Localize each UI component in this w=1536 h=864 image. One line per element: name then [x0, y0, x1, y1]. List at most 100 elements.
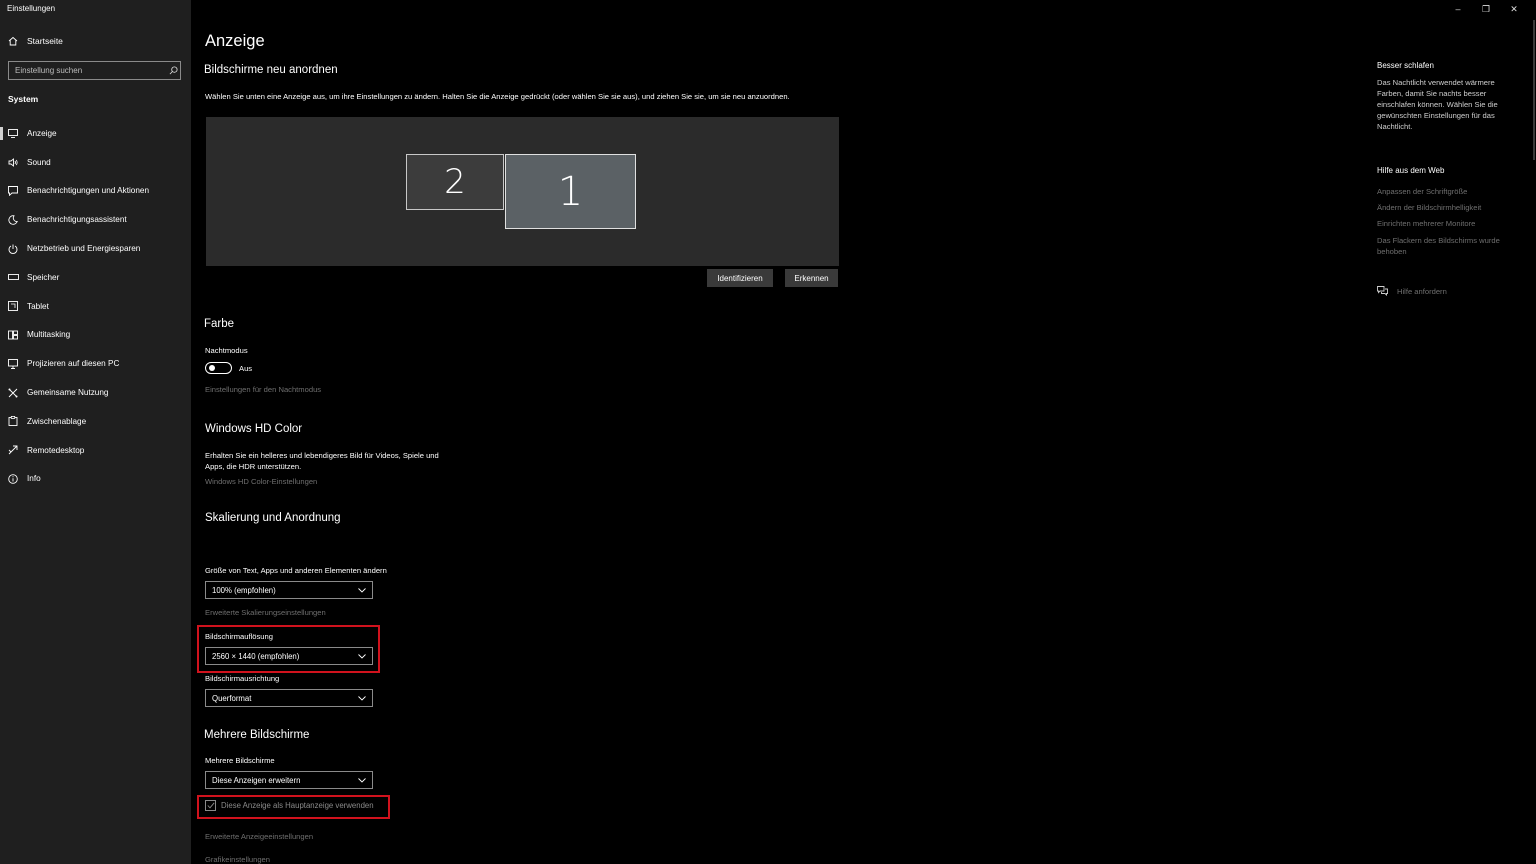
home-icon [8, 36, 22, 46]
sidebar-item-label: Multitasking [27, 330, 71, 340]
night-mode-settings-link[interactable]: Einstellungen für den Nachtmodus [205, 385, 321, 394]
display-arrangement-area[interactable]: 2 1 [206, 117, 839, 266]
sleep-text: Das Nachtlicht verwendet wärmere Farben,… [1377, 78, 1498, 131]
sidebar-item-sound[interactable]: Sound [0, 148, 191, 177]
search-icon[interactable] [166, 66, 180, 75]
multi-display-heading: Mehrere Bildschirme [204, 729, 310, 741]
color-heading: Farbe [204, 318, 235, 330]
main-display-checkbox-row[interactable]: Diese Anzeige als Hauptanzeige verwenden [205, 800, 374, 811]
notification-icon [8, 186, 22, 196]
power-icon [8, 244, 22, 254]
night-mode-state: Aus [239, 364, 253, 373]
sidebar-item-info[interactable]: Info [0, 465, 191, 494]
hdr-heading: Windows HD Color [205, 423, 303, 435]
monitor-icon [8, 128, 22, 138]
web-help-heading: Hilfe aus dem Web [1377, 166, 1445, 175]
sidebar-item-label: Zwischenablage [27, 416, 87, 426]
chevron-down-icon [358, 777, 366, 783]
chevron-down-icon [358, 695, 366, 701]
sidebar-item-benachrichtigungen[interactable]: Benachrichtigungen und Aktionen [0, 177, 191, 206]
advanced-display-settings-link[interactable]: Erweiterte Anzeigeeinstellungen [205, 832, 313, 841]
sidebar-item-zwischenablage[interactable]: Zwischenablage [0, 407, 191, 436]
sidebar-item-label: Remotedesktop [27, 445, 85, 455]
multi-display-dropdown[interactable]: Diese Anzeigen erweitern [205, 771, 373, 789]
resolution-dropdown[interactable]: 2560 × 1440 (empfohlen) [205, 647, 373, 665]
get-help-link[interactable]: Hilfe anfordern [1377, 286, 1447, 296]
sidebar-item-label: Info [27, 474, 41, 484]
graphics-settings-link[interactable]: Grafikeinstellungen [205, 855, 270, 864]
advanced-scaling-link[interactable]: Erweiterte Skalierungseinstellungen [205, 608, 326, 617]
window-controls: – ❐ ✕ [1444, 2, 1528, 16]
minimize-button[interactable]: – [1444, 2, 1472, 16]
home-link[interactable]: Startseite [8, 36, 63, 46]
main-display-checkbox[interactable] [205, 800, 216, 811]
night-mode-toggle[interactable] [205, 362, 232, 374]
sidebar-item-multitasking[interactable]: Multitasking [0, 321, 191, 350]
monitor-1-tile[interactable]: 1 [505, 154, 636, 229]
app-title: Einstellungen [7, 4, 56, 13]
clipboard-icon [8, 416, 22, 427]
hdr-settings-link[interactable]: Windows HD Color-Einstellungen [205, 477, 317, 486]
remote-desktop-icon [8, 445, 22, 455]
sidebar-item-label: Speicher [27, 272, 60, 282]
size-dropdown-value: 100% (empfohlen) [212, 585, 276, 595]
sidebar-item-speicher[interactable]: Speicher [0, 263, 191, 292]
sidebar-item-label: Benachrichtigungsassistent [27, 215, 127, 225]
orientation-dropdown-value: Querformat [212, 693, 252, 703]
sidebar-item-remotedesktop[interactable]: Remotedesktop [0, 436, 191, 465]
multitasking-icon [8, 330, 22, 340]
hdr-description-line2: Apps, die HDR unterstützen. [205, 462, 302, 471]
speaker-icon [8, 157, 22, 167]
page-title: Anzeige [205, 32, 265, 50]
close-button[interactable]: ✕ [1500, 2, 1528, 16]
multi-display-dropdown-value: Diese Anzeigen erweitern [212, 775, 301, 785]
main-display-checkbox-label: Diese Anzeige als Hauptanzeige verwenden [221, 801, 374, 810]
sidebar-nav: Anzeige Sound Benachrichtigungen und Akt… [0, 119, 191, 493]
sidebar-item-tablet[interactable]: Tablet [0, 292, 191, 321]
sidebar-item-label: Sound [27, 157, 51, 167]
resolution-label: Bildschirmauflösung [205, 632, 273, 641]
toggle-knob [209, 365, 215, 371]
restore-button[interactable]: ❐ [1472, 2, 1500, 16]
section-label-system: System [8, 94, 39, 104]
chat-help-icon [1377, 286, 1391, 296]
hdr-description-line1: Erhalten Sie ein helleres und lebendiger… [205, 451, 439, 460]
size-dropdown[interactable]: 100% (empfohlen) [205, 581, 373, 599]
sidebar-item-label: Anzeige [27, 128, 57, 138]
chevron-down-icon [358, 587, 366, 593]
scrollbar[interactable] [1533, 20, 1535, 160]
info-icon [8, 474, 22, 484]
night-mode-label: Nachtmodus [205, 346, 248, 355]
share-icon [8, 388, 22, 398]
sidebar-item-label: Tablet [27, 301, 49, 311]
main-content: Anzeige Bildschirme neu anordnen Wählen … [191, 0, 1341, 864]
projection-icon [8, 358, 22, 369]
get-help-label: Hilfe anfordern [1397, 286, 1447, 296]
search-input[interactable] [9, 65, 166, 76]
moon-icon [8, 215, 22, 225]
sidebar-item-projizieren[interactable]: Projizieren auf diesen PC [0, 349, 191, 378]
sidebar-item-label: Benachrichtigungen und Aktionen [27, 186, 149, 196]
sidebar-item-label: Netzbetrieb und Energiesparen [27, 244, 141, 254]
orientation-dropdown[interactable]: Querformat [205, 689, 373, 707]
help-link-brightness[interactable]: Ändern der Bildschirmhelligkeit [1377, 202, 1517, 213]
detect-button[interactable]: Erkennen [785, 269, 838, 287]
sidebar-item-netzbetrieb[interactable]: Netzbetrieb und Energiesparen [0, 234, 191, 263]
sidebar-item-benachrichtigungsassistent[interactable]: Benachrichtigungsassistent [0, 205, 191, 234]
help-link-flicker[interactable]: Das Flackern des Bildschirms wurde behob… [1377, 235, 1517, 257]
sidebar-item-label: Gemeinsame Nutzung [27, 388, 109, 398]
chevron-down-icon [358, 653, 366, 659]
help-link-font-size[interactable]: Anpassen der Schriftgröße [1377, 186, 1517, 197]
identify-button[interactable]: Identifizieren [707, 269, 773, 287]
sidebar-item-anzeige[interactable]: Anzeige [0, 119, 191, 148]
home-label: Startseite [27, 36, 63, 46]
storage-icon [8, 274, 22, 281]
monitor-2-tile[interactable]: 2 [406, 154, 504, 210]
search-box[interactable] [8, 61, 181, 80]
help-link-multiple-monitors[interactable]: Einrichten mehrerer Monitore [1377, 218, 1517, 229]
arrange-description: Wählen Sie unten eine Anzeige aus, um ih… [205, 92, 790, 101]
tablet-icon [8, 301, 22, 312]
sidebar-item-gemeinsame-nutzung[interactable]: Gemeinsame Nutzung [0, 378, 191, 407]
resolution-dropdown-value: 2560 × 1440 (empfohlen) [212, 651, 300, 661]
scaling-heading: Skalierung und Anordnung [205, 512, 341, 524]
